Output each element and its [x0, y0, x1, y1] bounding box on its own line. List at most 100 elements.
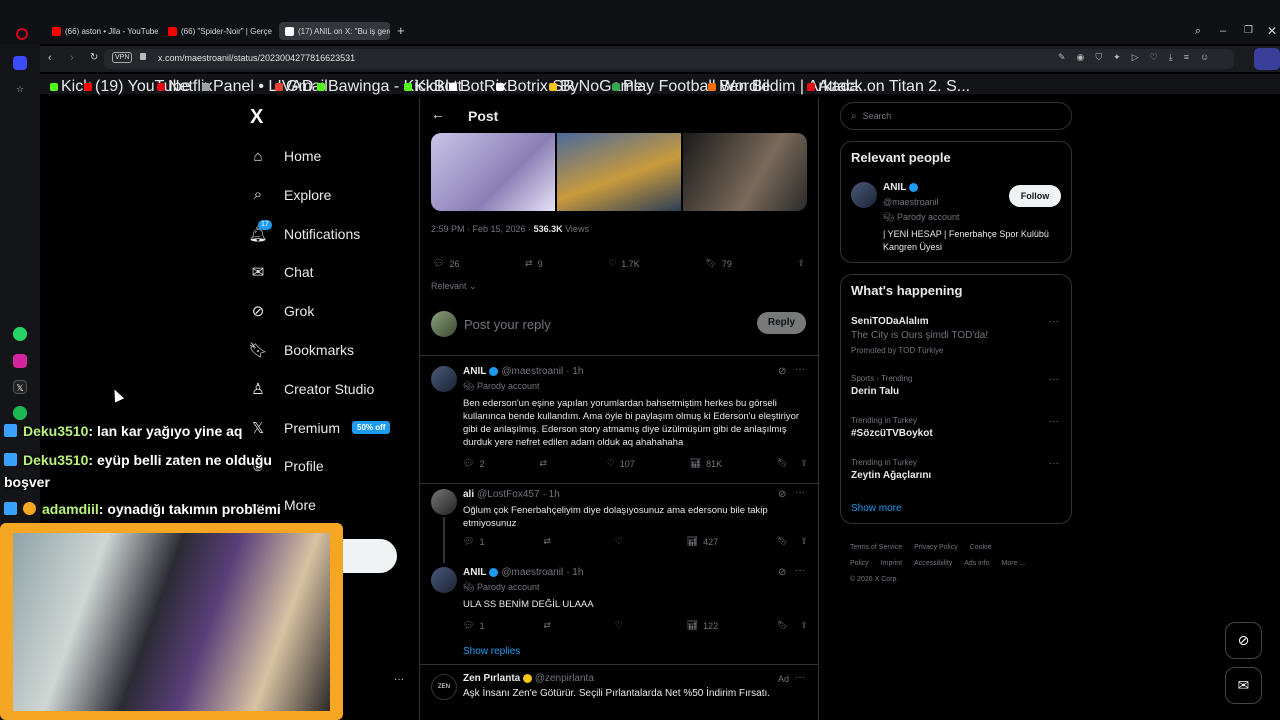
bookmark-item[interactable]: Attack on Titan 2. S... [807, 78, 970, 96]
share-icon[interactable]: ⇪ [800, 620, 808, 631]
reload-icon[interactable]: ↻ [90, 52, 98, 63]
play-icon[interactable]: ▷ [1132, 52, 1139, 63]
show-more-link[interactable]: Show more [851, 503, 902, 514]
trend-more-icon[interactable]: ··· [1049, 458, 1059, 469]
home-sidebar-icon[interactable] [13, 56, 27, 70]
account-icon[interactable]: ☺ [1200, 52, 1209, 63]
like-action[interactable]: ♡ [615, 536, 628, 547]
views-action[interactable]: 📊︎ 81K [690, 458, 722, 469]
reply-author-name[interactable]: ANIL [463, 567, 486, 578]
footer-link[interactable]: More ... [1002, 560, 1026, 567]
show-replies-link[interactable]: Show replies [463, 646, 520, 657]
whatsapp-icon[interactable] [13, 327, 27, 341]
reply-action[interactable]: 💬︎ 1 [463, 536, 484, 547]
reply-input[interactable]: Post your reply [464, 317, 551, 332]
reply-author-name[interactable]: ali [463, 489, 474, 500]
media-image-1[interactable] [431, 133, 555, 211]
instagram-icon[interactable] [13, 354, 27, 368]
footer-link[interactable]: Accessibility [914, 560, 952, 567]
reply-avatar[interactable] [431, 489, 457, 515]
reply-time[interactable]: · 1h [566, 366, 583, 377]
sort-dropdown[interactable]: Relevant ⌄ [431, 281, 477, 292]
like-action[interactable]: ♡ [615, 620, 628, 631]
back-icon[interactable]: ‹ [48, 52, 52, 64]
ad-handle[interactable]: @zenpirlanta [535, 673, 594, 684]
views-action[interactable]: 📊︎ 427 [687, 536, 718, 547]
follow-button[interactable]: Follow [1009, 185, 1061, 207]
messages-float-button[interactable]: ✉ [1225, 667, 1262, 704]
url-text[interactable]: x.com/maestroanil/status/202300427781662… [158, 53, 355, 63]
share-icon[interactable]: ⇪ [800, 536, 808, 547]
ai-button[interactable] [1254, 48, 1280, 70]
opera-logo-icon[interactable] [16, 28, 28, 40]
forward-icon[interactable]: › [70, 52, 74, 64]
views-action[interactable]: 📊︎ 122 [687, 620, 718, 631]
share-action[interactable]: ⇪ [797, 258, 805, 269]
person-avatar[interactable] [851, 182, 877, 208]
reply-author-name[interactable]: ANIL [463, 366, 486, 377]
trend-title[interactable]: Derin Talu [851, 386, 899, 397]
person-handle[interactable]: @maestroanil [883, 197, 939, 207]
repost-action[interactable]: ⇄ [543, 536, 556, 547]
nav-item-creator-studio[interactable]: ♙ Creator Studio [248, 374, 374, 404]
browser-tab[interactable]: (66) aston • Jlla - YouTube [46, 22, 158, 40]
menu-icon[interactable]: ≡ [1184, 52, 1189, 63]
x-sidebar-icon[interactable]: 𝕏 [13, 380, 27, 394]
trend-title[interactable]: #SözcüTVBoykot [851, 428, 933, 439]
reply-button[interactable]: Reply [757, 312, 806, 334]
trend-more-icon[interactable]: ··· [1049, 316, 1059, 327]
repost-action[interactable]: ⇄ [543, 620, 556, 631]
nav-item-home[interactable]: ⌂ Home [248, 141, 321, 171]
reply-avatar[interactable] [431, 567, 457, 593]
browser-tab[interactable]: (66) "Spider-Noir" | Gerçe [162, 22, 274, 40]
share-icon[interactable]: ⇪ [800, 458, 808, 469]
close-window-icon[interactable]: ✕ [1267, 24, 1277, 38]
person-name[interactable]: ANIL [883, 182, 906, 193]
trend-more-icon[interactable]: ··· [1049, 416, 1059, 427]
reply-action[interactable]: 💬︎ 26 [433, 258, 459, 269]
bookmark-icon[interactable]: 🔖︎ [777, 458, 788, 469]
reply-action[interactable]: 💬︎ 2 [463, 458, 484, 469]
x-logo[interactable]: X [250, 106, 263, 129]
reply-more-icon[interactable]: ··· [795, 487, 805, 498]
reply-time[interactable]: · 1h [543, 489, 560, 500]
grok-float-button[interactable]: ⊘ [1225, 622, 1262, 659]
vpn-badge[interactable]: VPN [112, 52, 133, 63]
restore-window-icon[interactable]: ❐ [1244, 25, 1253, 36]
browser-tab[interactable]: (17) ANIL on X: "Bu iş gerç [279, 22, 390, 40]
reply-action[interactable]: 💬︎ 1 [463, 620, 484, 631]
extension-icon[interactable]: ✦ [1113, 52, 1121, 63]
grok-explain-icon[interactable]: ⊘ [778, 489, 786, 500]
bookmark-icon[interactable]: 🔖︎ [777, 536, 788, 547]
nav-item-explore[interactable]: ⌕ Explore [248, 180, 332, 210]
download-icon[interactable]: ⤓ [1169, 52, 1173, 63]
grok-explain-icon[interactable]: ⊘ [778, 366, 786, 377]
trend-title[interactable]: SeniTODaAlalım [851, 316, 929, 327]
browser-search-icon[interactable]: ⌕ [1195, 25, 1201, 38]
reply-avatar[interactable] [431, 366, 457, 392]
like-action[interactable]: ♡ 107 [607, 458, 635, 469]
bookmark-icon[interactable]: 🔖︎ [777, 620, 788, 631]
shield-icon[interactable]: ⛉ [1095, 52, 1102, 63]
minimize-window-icon[interactable]: – [1220, 25, 1226, 37]
edit-icon[interactable]: ✎ [1058, 52, 1066, 63]
trend-more-icon[interactable]: ··· [1049, 374, 1059, 385]
reply-time[interactable]: · 1h [566, 567, 583, 578]
nav-item-bookmarks[interactable]: 🔖︎ Bookmarks [248, 335, 354, 365]
ad-name[interactable]: Zen Pırlanta [463, 673, 520, 684]
nav-item-grok[interactable]: ⊘ Grok [248, 296, 315, 326]
back-arrow-icon[interactable]: ← [431, 106, 445, 122]
media-image-3[interactable] [683, 133, 807, 211]
account-more-icon[interactable]: ··· [394, 674, 404, 685]
footer-link[interactable]: Imprint [881, 560, 902, 567]
ad-more-icon[interactable]: ··· [795, 672, 805, 683]
media-image-2[interactable] [557, 133, 681, 211]
repost-action[interactable]: ⇄ [539, 458, 552, 469]
reply-more-icon[interactable]: ··· [795, 364, 805, 375]
search-box[interactable]: ⌕ Search [840, 102, 1072, 130]
footer-link[interactable]: Privacy Policy [914, 544, 958, 551]
heart-icon[interactable]: ♡ [1150, 52, 1158, 63]
footer-link[interactable]: Ads info [964, 560, 989, 567]
footer-link[interactable]: Terms of Service [850, 544, 902, 551]
reply-handle[interactable]: @maestroanil [501, 366, 563, 377]
